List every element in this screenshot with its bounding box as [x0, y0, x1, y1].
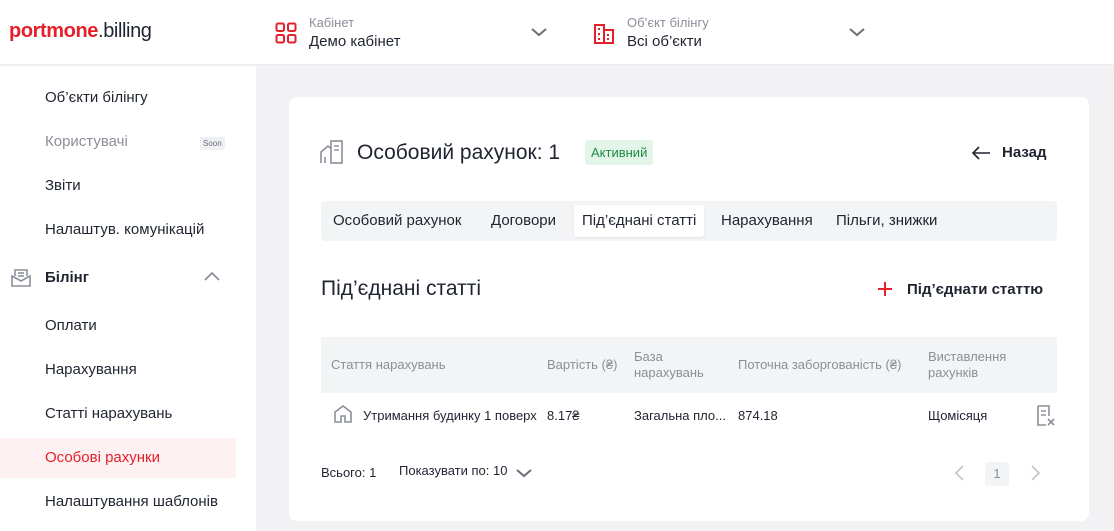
sidebar-item-communications[interactable]: Налаштув. комунікацій	[0, 210, 236, 250]
section-title: Під’єднані статті	[321, 277, 482, 300]
total-count: Всього: 1	[321, 465, 377, 480]
page-number-button[interactable]: 1	[985, 462, 1009, 486]
sidebar-item-billing-objects[interactable]: Об’єкти білінгу	[0, 78, 236, 118]
table-header: Стаття нарахувань Вартість (₴) База нара…	[321, 337, 1057, 393]
house-icon	[334, 405, 352, 423]
cabinet-value: Демо кабінет	[309, 33, 401, 50]
chevron-left-icon[interactable]	[951, 463, 969, 483]
account-tabs: Особовий рахунок Договори Під’єднані ста…	[321, 201, 1057, 241]
column-header-base-line1: База	[634, 349, 663, 364]
per-page-value: 10	[492, 463, 508, 478]
cell-billing: Щомісяця	[928, 408, 988, 423]
back-label: Назад	[1002, 144, 1047, 161]
soon-badge: Soon	[200, 137, 225, 150]
logo-part-port: port	[9, 20, 47, 42]
connect-article-button[interactable]: Під’єднати статтю	[877, 277, 1047, 301]
sidebar: Об’єкти білінгу Користувачі Soon Звіти Н…	[0, 66, 256, 531]
logo-part-mone: mone	[46, 20, 99, 42]
sidebar-item-accruals[interactable]: Нарахування	[0, 350, 236, 390]
tab-contracts[interactable]: Договори	[491, 205, 556, 237]
cell-article: Утримання будинку 1 поверх	[363, 408, 537, 423]
column-header-billing-line2: рахунків	[928, 365, 979, 380]
column-header-cost: Вартість (₴)	[547, 357, 618, 372]
column-header-billing-line1: Виставлення	[928, 349, 1007, 364]
sidebar-item-reports[interactable]: Звіти	[0, 166, 236, 206]
top-header: portmone.billing Кабінет Демо кабінет Об…	[0, 0, 1114, 65]
sidebar-group-billing[interactable]: Білінг	[0, 258, 236, 298]
table-row[interactable]: Утримання будинку 1 поверх 8.17₴ Загальн…	[321, 394, 1057, 438]
arrow-left-icon	[971, 146, 990, 160]
plus-icon	[878, 282, 892, 296]
logo-part-billing: .billing	[98, 20, 152, 42]
billing-icon	[11, 269, 31, 287]
sidebar-item-payments[interactable]: Оплати	[0, 306, 236, 346]
page-title: Особовий рахунок: 1	[357, 141, 561, 164]
back-button[interactable]: Назад	[971, 142, 1051, 164]
column-header-article: Стаття нарахувань	[331, 357, 446, 372]
grid-icon	[275, 22, 297, 44]
cell-base: Загальна пло...	[634, 408, 726, 423]
per-page-selector[interactable]: Показувати по: 10	[399, 463, 532, 483]
chevron-down-icon	[531, 28, 547, 37]
billing-object-label: Об’єкт білінгу	[627, 15, 709, 30]
building-icon	[594, 24, 614, 44]
chevron-down-icon	[849, 28, 865, 37]
sidebar-group-label: Білінг	[45, 269, 89, 286]
cell-cost: 8.17₴	[547, 408, 580, 423]
status-badge: Активний	[585, 140, 654, 165]
tab-personal-account[interactable]: Особовий рахунок	[333, 205, 461, 237]
column-header-debt: Поточна заборгованість (₴)	[738, 357, 902, 372]
cabinet-label: Кабінет	[309, 15, 355, 30]
connect-article-label: Під’єднати статтю	[907, 281, 1044, 298]
sidebar-item-personal-accounts[interactable]: Особові рахунки	[0, 438, 236, 478]
sidebar-item-template-settings[interactable]: Налаштування шаблонів	[0, 482, 236, 522]
cell-debt: 874.18	[738, 408, 778, 423]
column-header-base-line2: нарахувань	[634, 365, 704, 380]
tab-accruals[interactable]: Нарахування	[721, 205, 813, 237]
per-page-label: Показувати по:	[399, 463, 490, 478]
chevron-down-icon	[516, 469, 532, 478]
house-document-icon	[320, 140, 343, 164]
chevron-up-icon	[204, 271, 220, 281]
tab-benefits-discounts[interactable]: Пільги, знижки	[836, 205, 937, 237]
portmone-billing-logo[interactable]: portmone.billing	[9, 20, 152, 43]
account-card: Особовий рахунок: 1 Активний Назад Особо…	[289, 97, 1089, 521]
billing-object-selector[interactable]: Об’єкт білінгу Всі об’єкти	[593, 14, 868, 52]
chevron-right-icon[interactable]	[1026, 463, 1044, 483]
billing-object-value: Всі об’єкти	[627, 33, 702, 50]
sidebar-item-accrual-articles[interactable]: Статті нарахувань	[0, 394, 236, 434]
cabinet-selector[interactable]: Кабінет Демо кабінет	[275, 14, 550, 52]
tab-connected-articles[interactable]: Під’єднані статті	[574, 205, 705, 237]
disconnect-document-icon[interactable]	[1035, 405, 1055, 427]
